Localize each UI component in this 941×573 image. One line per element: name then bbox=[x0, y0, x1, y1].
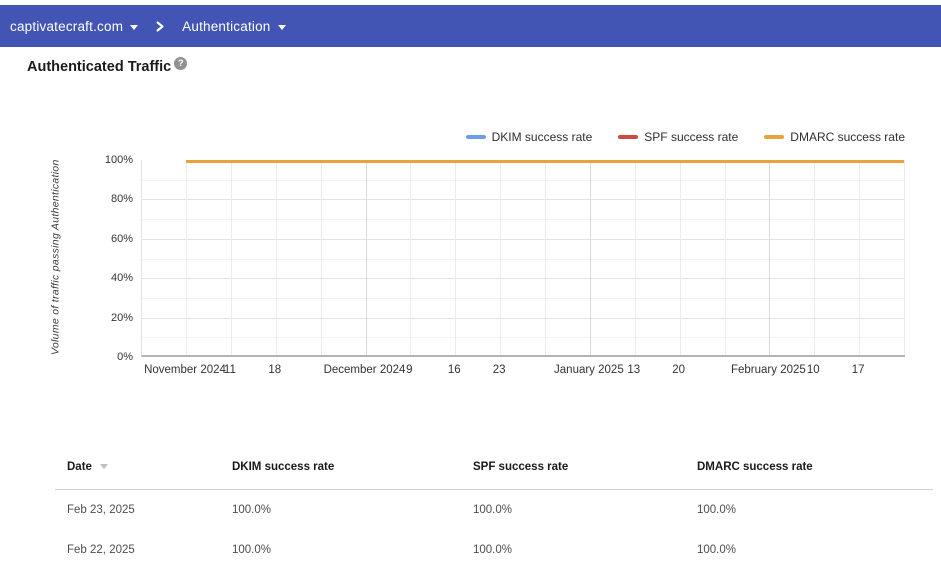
x-tick-label: January 2025 bbox=[554, 364, 624, 376]
legend-item: DMARC success rate bbox=[764, 130, 905, 144]
x-axis-tick-labels: November 202411 18 December 20249 16 23 Janua… bbox=[141, 364, 905, 378]
table-cell: 100.0% bbox=[232, 504, 473, 516]
x-tick-label: February 2025 bbox=[731, 364, 806, 376]
table-row: Feb 22, 2025100.0%100.0%100.0% bbox=[55, 530, 933, 570]
table-header-cell[interactable]: Date bbox=[67, 461, 232, 489]
table-cell: 100.0% bbox=[697, 544, 933, 556]
table-header-label: DMARC success rate bbox=[697, 461, 813, 473]
table-header-cell: DMARC success rate bbox=[697, 461, 933, 489]
table-header-label: SPF success rate bbox=[473, 461, 568, 473]
legend-item: SPF success rate bbox=[618, 130, 738, 144]
x-tick-label: December 2024 bbox=[324, 364, 406, 376]
auth-data-table: Date DKIM success rate SPF success rate DMA… bbox=[55, 461, 933, 570]
x-tick-label: 10 bbox=[807, 364, 820, 376]
section-dropdown[interactable]: Authentication bbox=[182, 19, 285, 34]
help-icon[interactable]: ? bbox=[174, 57, 187, 70]
page-title: Authenticated Traffic bbox=[27, 59, 171, 75]
table-cell: 100.0% bbox=[473, 504, 697, 516]
x-tick-label: 16 bbox=[448, 364, 461, 376]
x-tick-label: 20 bbox=[672, 364, 685, 376]
x-tick-label: 9 bbox=[406, 364, 412, 376]
table-cell: Feb 23, 2025 bbox=[67, 504, 232, 516]
postmaster-page: captivatecraft.com Authentication Authen… bbox=[0, 0, 941, 573]
y-axis-tick-labels: 0%20%40%60%80%100% bbox=[0, 160, 133, 357]
x-tick-label: November 2024 bbox=[144, 364, 226, 376]
y-tick-label: 0% bbox=[117, 351, 133, 363]
x-tick-label: 18 bbox=[268, 364, 281, 376]
table-header-cell: DKIM success rate bbox=[232, 461, 473, 489]
dropdown-caret-icon bbox=[130, 25, 138, 30]
title-row: Authenticated Traffic ? bbox=[27, 59, 187, 75]
domain-name: captivatecraft.com bbox=[10, 19, 123, 34]
x-tick-label: 17 bbox=[852, 364, 865, 376]
legend-label: SPF success rate bbox=[644, 130, 738, 144]
table-header-row: Date DKIM success rate SPF success rate DMA… bbox=[55, 461, 933, 490]
breadcrumb-chevron-icon bbox=[155, 20, 165, 33]
legend-label: DKIM success rate bbox=[492, 130, 593, 144]
table-header-label: Date bbox=[67, 461, 92, 473]
legend-item: DKIM success rate bbox=[466, 130, 593, 144]
dropdown-caret-icon bbox=[278, 25, 286, 30]
table-cell: 100.0% bbox=[473, 544, 697, 556]
table-body: Feb 23, 2025100.0%100.0%100.0%Feb 22, 20… bbox=[55, 490, 933, 570]
y-tick-label: 100% bbox=[105, 154, 133, 166]
y-tick-label: 60% bbox=[111, 233, 133, 245]
x-tick-label: 11 bbox=[224, 364, 236, 376]
x-tick-label: 23 bbox=[493, 364, 506, 376]
table-cell: 100.0% bbox=[697, 504, 933, 516]
app-bar: captivatecraft.com Authentication bbox=[0, 5, 941, 47]
sort-desc-icon bbox=[100, 464, 108, 469]
chart-series-lines bbox=[142, 160, 906, 357]
legend-line-swatch-icon bbox=[764, 135, 784, 139]
plot-area bbox=[141, 160, 905, 357]
section-name: Authentication bbox=[182, 19, 270, 34]
table-cell: 100.0% bbox=[232, 544, 473, 556]
table-cell: Feb 22, 2025 bbox=[67, 544, 232, 556]
legend-line-swatch-icon bbox=[618, 135, 638, 139]
y-tick-label: 80% bbox=[111, 193, 133, 205]
legend-line-swatch-icon bbox=[466, 135, 486, 139]
table-header-cell: SPF success rate bbox=[473, 461, 697, 489]
legend-label: DMARC success rate bbox=[790, 130, 905, 144]
table-row: Feb 23, 2025100.0%100.0%100.0% bbox=[55, 490, 933, 530]
y-tick-label: 20% bbox=[111, 312, 133, 324]
chart-legend: DKIM success rate SPF success rate DMARC s… bbox=[466, 130, 905, 144]
x-tick-label: 13 bbox=[627, 364, 640, 376]
domain-dropdown[interactable]: captivatecraft.com bbox=[10, 19, 138, 34]
y-tick-label: 40% bbox=[111, 272, 133, 284]
table-header-label: DKIM success rate bbox=[232, 461, 334, 473]
